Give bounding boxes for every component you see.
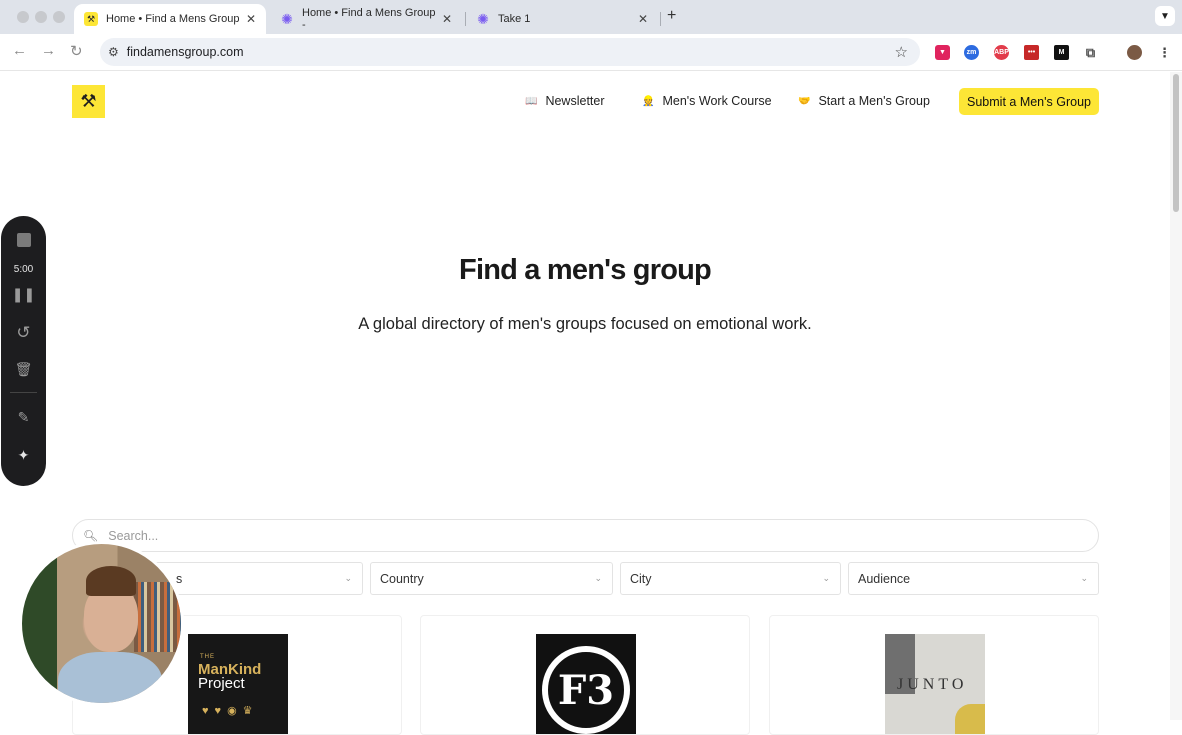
group-card[interactable]: JUNTO [769,615,1099,735]
tab-close-icon[interactable]: ✕ [442,12,452,26]
filter-city[interactable]: City ⌄ [620,562,841,595]
junto-logo: JUNTO [885,634,985,734]
chevron-down-icon: ⌄ [344,573,352,583]
handshake-icon: 🤝 [798,95,811,107]
stop-icon[interactable] [17,233,31,247]
divider [10,392,37,393]
tab-close-icon[interactable]: ✕ [246,12,256,26]
new-tab-icon[interactable]: + [667,7,676,25]
nav-label: Men's Work Course [662,94,772,108]
f3-logo: F3 [536,634,636,734]
chevron-down-icon: ⌄ [1080,573,1088,583]
pause-icon[interactable]: ❚❚ [1,286,46,303]
bookmark-star-icon[interactable]: ☆ [895,43,908,61]
hero-title: Find a men's group [459,254,712,286]
tab-2[interactable]: ✺ Home • Find a Mens Group - ✕ [270,4,462,34]
logo-text: F3 [542,646,630,734]
profile-avatar-icon[interactable] [1127,45,1142,60]
chevron-down-icon: ⌄ [594,573,602,583]
nav-label: Start a Men's Group [818,94,930,108]
filter-country[interactable]: Country ⌄ [370,562,613,595]
pocket-extension-icon[interactable]: ▼ [935,45,950,60]
site-favicon-icon: ⚒ [84,12,98,26]
worker-icon: 👷 [642,95,655,107]
mankind-project-logo: THE ManKind Project ♥♥◉♛ [188,634,288,734]
heart-eye-crown-icon: ♥♥◉♛ [202,705,259,717]
tab-1[interactable]: ⚒ Home • Find a Mens Group ✕ [74,4,266,34]
browser-toolbar: ← → ↻ ⚙ findamensgroup.com ☆ ▼ zm ABP ••… [0,34,1182,71]
browser-tab-bar: ⚒ Home • Find a Mens Group ✕ ✺ Home • Fi… [0,0,1182,34]
logo-text: THE [200,654,215,660]
reload-icon[interactable]: ↻ [70,42,83,60]
red-extension-icon[interactable]: ••• [1024,45,1039,60]
tab-title: Home • Find a Mens Group - [302,7,436,31]
tab-title: Home • Find a Mens Group [106,13,240,25]
nav-mens-work-course[interactable]: 👷 Men's Work Course [642,94,772,108]
address-bar[interactable]: ⚙ findamensgroup.com ☆ [100,38,920,66]
tab-title: Take 1 [498,13,531,25]
filter-label: City [630,571,652,586]
search-bar[interactable]: 🔍︎ [72,519,1099,552]
gear-favicon-icon: ✺ [281,10,293,27]
kebab-menu-icon[interactable]: ⋮ [1157,45,1172,60]
adblock-extension-icon[interactable]: ABP [994,45,1009,60]
person-shirt [58,652,162,703]
submit-group-button[interactable]: Submit a Men's Group [959,88,1099,115]
url-text[interactable]: findamensgroup.com [127,45,244,59]
page-scrollbar[interactable] [1170,72,1182,720]
zoom-extension-icon[interactable]: zm [964,45,979,60]
back-arrow-icon[interactable]: ← [12,42,27,59]
tab-search-chevron-icon[interactable]: ▼ [1155,6,1175,26]
dark-extension-icon[interactable]: M [1054,45,1069,60]
pencil-icon[interactable]: ✎ [1,409,46,426]
filter-audience[interactable]: Audience ⌄ [848,562,1099,595]
site-logo[interactable]: ⚒ [72,85,105,118]
filter-label: Audience [858,571,911,586]
nav-start-group[interactable]: 🤝 Start a Men's Group [798,94,930,108]
nav-label: Newsletter [545,94,605,108]
forward-arrow-icon[interactable]: → [41,42,56,59]
bookshelf [134,582,181,652]
window-zoom-dot[interactable] [53,11,65,23]
confetti-icon[interactable]: ✦ [1,447,46,464]
logo-shape [955,704,985,734]
hero-subtitle: A global directory of men's groups focus… [358,315,812,333]
recording-toolbar: 5:00 ❚❚ ↺ 🗑︎ ✎ ✦ [1,216,46,486]
trash-icon[interactable]: 🗑︎ [1,361,46,378]
puzzle-extensions-icon[interactable]: ⧉ [1083,45,1098,60]
gear-favicon-icon: ✺ [477,10,489,27]
window-close-dot[interactable] [17,11,29,23]
site-settings-icon[interactable]: ⚙ [108,45,119,59]
person-hair [86,566,136,596]
book-icon: 📖 [525,95,538,107]
logo-text: JUNTO [897,676,968,693]
search-input[interactable] [108,528,1009,543]
logo-text: Project [198,675,245,692]
tab-3[interactable]: ✺ Take 1 ✕ [466,4,658,34]
recording-timer: 5:00 [13,264,34,275]
restart-icon[interactable]: ↺ [1,323,46,343]
filter-label: Country [380,571,424,586]
tab-divider [660,12,661,26]
tab-close-icon[interactable]: ✕ [638,12,648,26]
nav-newsletter[interactable]: 📖 Newsletter [525,94,605,108]
construction-worker-icon: ⚒ [80,91,97,111]
chevron-down-icon: ⌄ [822,573,830,583]
window-minimize-dot[interactable] [35,11,47,23]
webcam-bubble[interactable] [19,541,184,706]
group-card[interactable]: F3 [420,615,750,735]
scrollbar-thumb[interactable] [1173,74,1179,212]
